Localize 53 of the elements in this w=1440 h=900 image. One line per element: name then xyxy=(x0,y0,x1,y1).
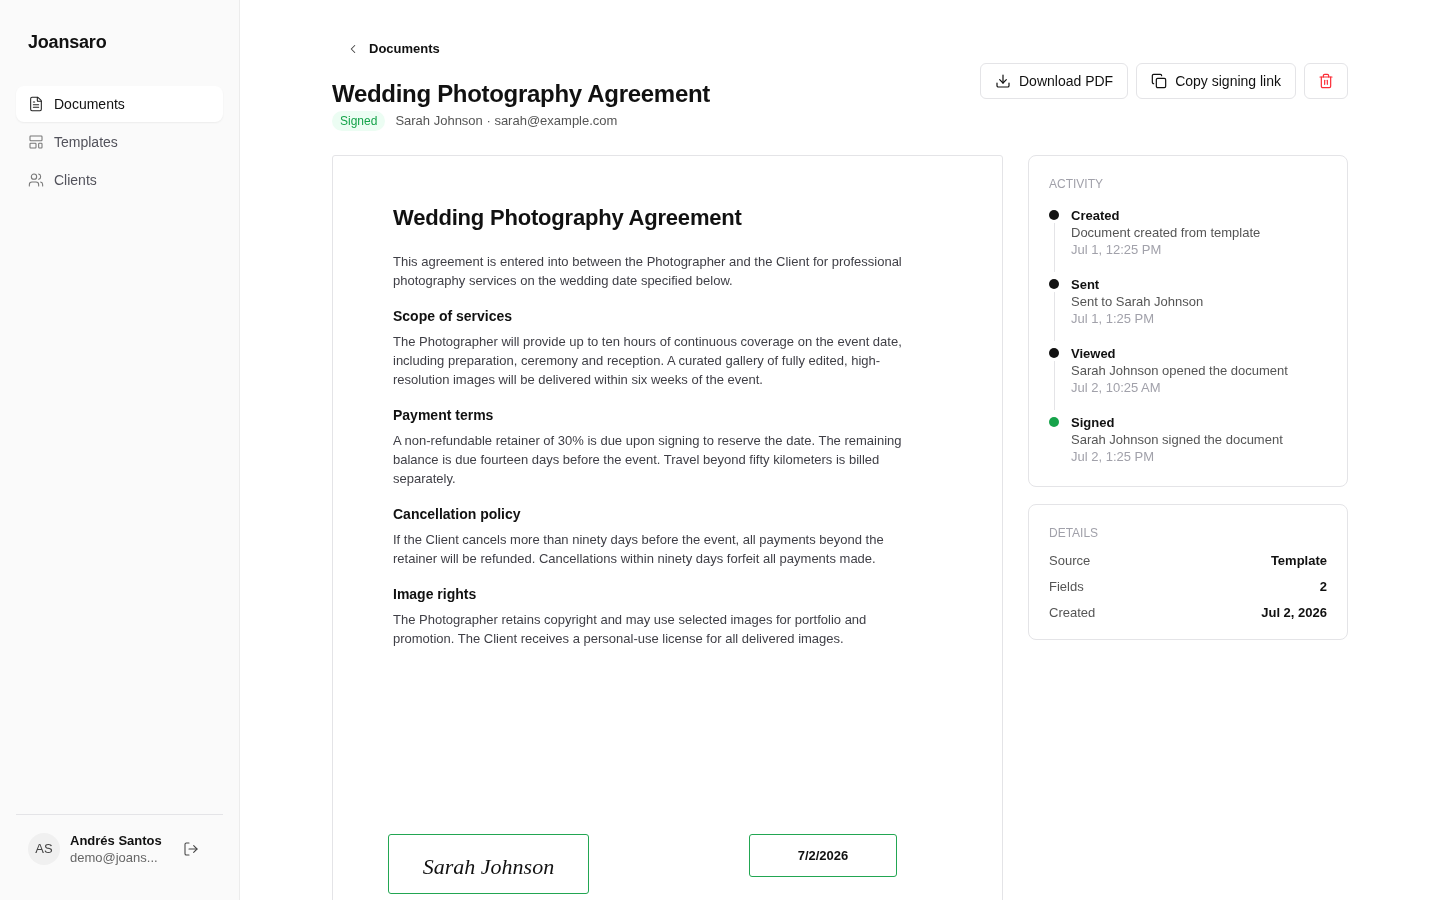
sidebar-item[interactable]: Clients xyxy=(16,162,223,198)
back-link[interactable]: Documents xyxy=(346,40,440,58)
section-paragraph: A non-refundable retainer of 30% is due upon signing to reserve the date. The remaining balance is due fourteen days before the event. Travel beyond fifty kilometers is billed separately. xyxy=(393,432,903,488)
download-icon xyxy=(995,73,1011,89)
section-heading: Scope of services xyxy=(393,307,514,326)
detail-value: Template xyxy=(1270,552,1327,571)
event-description: Sent to Sarah Johnson xyxy=(1071,293,1204,310)
section-heading: Cancellation policy xyxy=(393,505,522,524)
brand-name: Joansaro xyxy=(28,31,107,54)
event-title: Viewed xyxy=(1071,345,1117,362)
document-icon xyxy=(28,96,44,112)
logout-icon xyxy=(183,841,199,857)
detail-label: Created xyxy=(1049,604,1096,623)
activity-label: ACTIVITY xyxy=(1049,176,1104,192)
user-avatar: AS xyxy=(28,833,60,865)
event-title: Signed xyxy=(1071,414,1116,431)
delete-button[interactable] xyxy=(1304,63,1348,99)
layout-icon xyxy=(28,134,44,150)
detail-value: 2 xyxy=(1319,578,1327,597)
sidebar-item[interactable]: Templates xyxy=(16,124,223,160)
detail-label: Source xyxy=(1049,552,1091,571)
status-badge: Signed xyxy=(332,111,386,131)
event-time: Jul 1, 12:25 PM xyxy=(1071,241,1163,259)
people-icon xyxy=(28,172,44,188)
event-title: Created xyxy=(1071,207,1121,224)
section-heading: Image rights xyxy=(393,585,478,604)
section-heading: Payment terms xyxy=(393,406,495,425)
event-time: Jul 1, 1:25 PM xyxy=(1071,310,1156,328)
event-title: Sent xyxy=(1071,276,1101,293)
document-title: Wedding Photography Agreement xyxy=(393,204,743,232)
page-title: Wedding Photography Agreement xyxy=(332,79,710,109)
download-button[interactable]: Download PDF xyxy=(980,63,1129,99)
recipient-text: Sarah Johnson · sarah@example.com xyxy=(395,112,618,131)
intro-paragraph: This agreement is entered into between the Photographer and the Client for professional photography services on the wedding date specified below. xyxy=(393,253,903,290)
section-paragraph: The Photographer will provide up to ten hours of continuous coverage on the event date, including preparation, ceremony and reception. A curated gallery of fully edited, high-resolution images will be delivered within six weeks of the event. xyxy=(393,333,903,389)
details-label: DETAILS xyxy=(1049,525,1100,541)
signature-field[interactable]: Sarah Johnson xyxy=(388,834,589,894)
event-time: Jul 2, 10:25 AM xyxy=(1071,379,1162,397)
section-paragraph: The Photographer retains copyright and may use selected images for portfolio and promotion. The Client receives a personal-use license for all delivered images. xyxy=(393,611,868,648)
event-time: Jul 2, 1:25 PM xyxy=(1071,448,1156,466)
detail-label: Fields xyxy=(1049,578,1084,597)
copy-icon xyxy=(1151,73,1168,89)
section-paragraph: If the Client cancels more than ninety days before the event, all payments beyond the retainer will be refunded. Cancellations within ninety days forfeit all payments made. xyxy=(393,531,885,568)
detail-value: Jul 2, 2026 xyxy=(1261,604,1327,623)
copy-link-button[interactable]: Copy signing link xyxy=(1136,63,1296,99)
event-description: Sarah Johnson opened the document xyxy=(1071,362,1288,379)
trash-icon xyxy=(1318,73,1334,89)
user-name: Andrés Santos xyxy=(70,832,162,849)
user-email: demo@joans... xyxy=(70,849,159,866)
event-description: Document created from template xyxy=(1071,224,1261,241)
sidebar-item[interactable]: Documents xyxy=(16,86,223,122)
date-field[interactable]: 7/2/2026 xyxy=(749,834,897,877)
event-description: Sarah Johnson signed the document xyxy=(1071,431,1283,448)
